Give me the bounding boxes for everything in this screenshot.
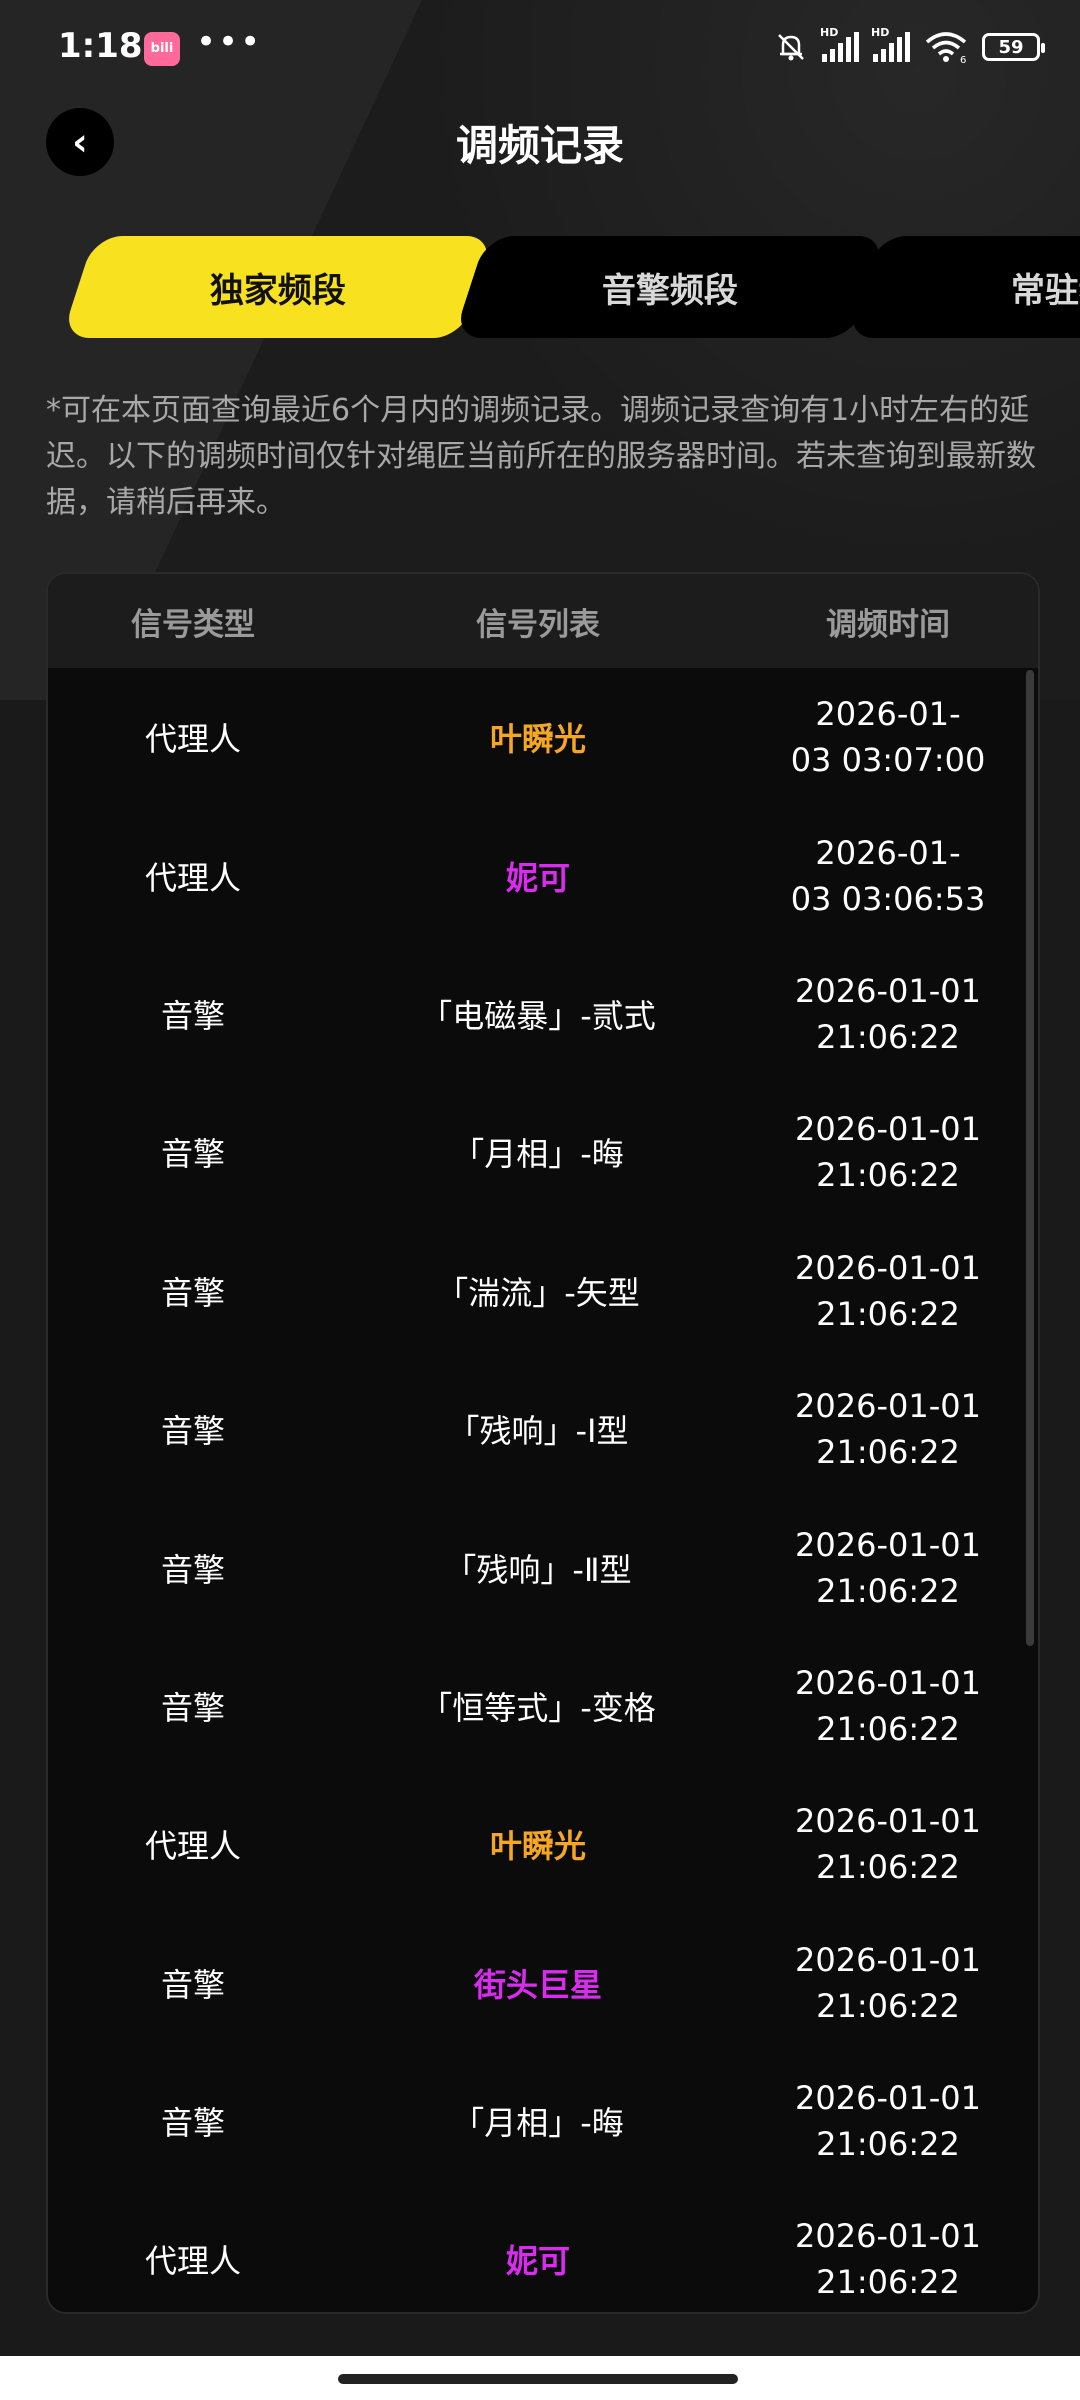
tab-label: 独家频段 bbox=[210, 270, 346, 311]
row-time: 2026-01-01 21:06:22 bbox=[795, 1387, 981, 1472]
signal-1-hd-label: HD bbox=[820, 26, 839, 39]
row-type: 代理人 bbox=[144, 2242, 241, 2281]
signal-2-hd-label: HD bbox=[871, 26, 890, 39]
row-name: 「湍流」-矢型 bbox=[436, 1273, 640, 1312]
row-time: 2026-01-01 21:06:22 bbox=[795, 2217, 981, 2302]
mute-bell-icon bbox=[778, 34, 804, 61]
row-type: 音擎 bbox=[160, 2104, 225, 2143]
page-title: 调频记录 bbox=[455, 121, 624, 170]
tab-standard-channel[interactable]: 常驻频 bbox=[845, 236, 1080, 338]
table-row: 音擎 「湍流」-矢型 2026-01-01 21:06:22 bbox=[48, 1222, 1038, 1360]
table-row: 代理人 叶瞬光 2026-01- 03 03:07:00 bbox=[48, 668, 1038, 806]
status-bar: 1:18 bili ••• HD HD 6 59 bbox=[0, 0, 1080, 100]
row-name: 「电磁暴」-贰式 bbox=[420, 996, 656, 1035]
tab-label: 常驻频 bbox=[1011, 270, 1080, 311]
row-time: 2026-01-01 21:06:22 bbox=[795, 1525, 981, 1610]
row-name: 妮可 bbox=[505, 858, 570, 897]
battery-level: 59 bbox=[998, 36, 1024, 58]
row-time: 2026-01-01 21:06:22 bbox=[795, 2079, 981, 2164]
status-time: 1:18 bbox=[58, 26, 143, 66]
table-row: 音擎 「残响」-Ⅰ型 2026-01-01 21:06:22 bbox=[48, 1360, 1038, 1498]
record-table: 信号类型 信号列表 调频时间 代理人 叶瞬光 2026-01- 03 03:07… bbox=[46, 572, 1040, 2314]
row-type: 音擎 bbox=[160, 1135, 225, 1174]
row-time: 2026-01-01 21:06:22 bbox=[795, 1110, 981, 1195]
row-type: 音擎 bbox=[160, 1550, 225, 1589]
row-name: 「月相」-晦 bbox=[452, 2104, 624, 2143]
status-icons: HD HD 6 59 bbox=[774, 26, 1045, 64]
table-row: 代理人 妮可 2026-01- 03 03:06:53 bbox=[48, 806, 1038, 944]
tab-w-engine-channel[interactable]: 音擎频段 bbox=[453, 236, 887, 338]
tab-label: 音擎频段 bbox=[602, 270, 738, 311]
row-name: 叶瞬光 bbox=[489, 1827, 586, 1866]
row-type: 代理人 bbox=[144, 1827, 241, 1866]
table-scrollbar[interactable] bbox=[1026, 670, 1034, 1646]
home-indicator[interactable] bbox=[338, 2374, 738, 2384]
header-tune-time: 调频时间 bbox=[826, 606, 950, 643]
row-time: 2026-01- 03 03:06:53 bbox=[790, 833, 986, 918]
row-type: 音擎 bbox=[160, 1688, 225, 1727]
tab-exclusive-channel[interactable]: 独家频段 bbox=[61, 236, 495, 338]
row-name: 「月相」-晦 bbox=[452, 1135, 624, 1174]
row-name: 街头巨星 bbox=[473, 1965, 602, 2004]
table-row: 音擎 「恒等式」-变格 2026-01-01 21:06:22 bbox=[48, 1637, 1038, 1775]
row-time: 2026-01-01 21:06:22 bbox=[795, 1940, 981, 2025]
cellular-signal-1-icon: HD bbox=[820, 26, 859, 62]
row-type: 代理人 bbox=[144, 858, 241, 897]
row-type: 音擎 bbox=[160, 1965, 225, 2004]
row-time: 2026-01-01 21:06:22 bbox=[795, 1248, 981, 1333]
row-type: 音擎 bbox=[160, 1412, 225, 1451]
header-signal-list: 信号列表 bbox=[476, 606, 600, 643]
table-body[interactable]: 代理人 叶瞬光 2026-01- 03 03:07:00 代理人 妮可 2026… bbox=[48, 668, 1038, 2312]
notice-text: *可在本页面查询最近6个月内的调频记录。调频记录查询有1小时左右的延迟。以下的调… bbox=[46, 393, 1036, 520]
more-notifications-icon: ••• bbox=[196, 22, 263, 62]
wifi-label: 6 bbox=[960, 55, 966, 64]
table-row: 音擎 街头巨星 2026-01-01 21:06:22 bbox=[48, 1914, 1038, 2052]
row-name: 「残响」-Ⅱ型 bbox=[444, 1550, 632, 1589]
row-type: 音擎 bbox=[160, 996, 225, 1035]
bilibili-app-icon: bili bbox=[144, 32, 180, 66]
row-time: 2026-01-01 21:06:22 bbox=[795, 1802, 981, 1887]
table-row: 代理人 叶瞬光 2026-01-01 21:06:22 bbox=[48, 1775, 1038, 1913]
cellular-signal-2-icon: HD bbox=[871, 26, 910, 62]
row-name: 妮可 bbox=[505, 2242, 570, 2281]
table-header: 信号类型 信号列表 调频时间 bbox=[48, 574, 1038, 668]
table-row: 音擎 「月相」-晦 2026-01-01 21:06:22 bbox=[48, 2052, 1038, 2190]
header-signal-type: 信号类型 bbox=[131, 606, 255, 643]
row-time: 2026-01-01 21:06:22 bbox=[795, 1663, 981, 1748]
table-row: 音擎 「月相」-晦 2026-01-01 21:06:22 bbox=[48, 1083, 1038, 1221]
row-name: 叶瞬光 bbox=[489, 720, 586, 759]
row-time: 2026-01-01 21:06:22 bbox=[795, 971, 981, 1056]
row-type: 音擎 bbox=[160, 1273, 225, 1312]
row-type: 代理人 bbox=[144, 720, 241, 759]
table-row: 音擎 「残响」-Ⅱ型 2026-01-01 21:06:22 bbox=[48, 1498, 1038, 1636]
table-row: 音擎 「电磁暴」-贰式 2026-01-01 21:06:22 bbox=[48, 945, 1038, 1083]
battery-icon: 59 bbox=[982, 33, 1045, 61]
row-time: 2026-01- 03 03:07:00 bbox=[790, 695, 986, 780]
row-name: 「残响」-Ⅰ型 bbox=[447, 1412, 629, 1451]
tab-bar: 独家频段 音擎频段 常驻频 bbox=[0, 236, 1080, 344]
wifi-icon: 6 bbox=[925, 32, 966, 64]
table-row: 代理人 妮可 2026-01-01 21:06:22 bbox=[48, 2190, 1038, 2312]
row-name: 「恒等式」-变格 bbox=[420, 1688, 656, 1727]
